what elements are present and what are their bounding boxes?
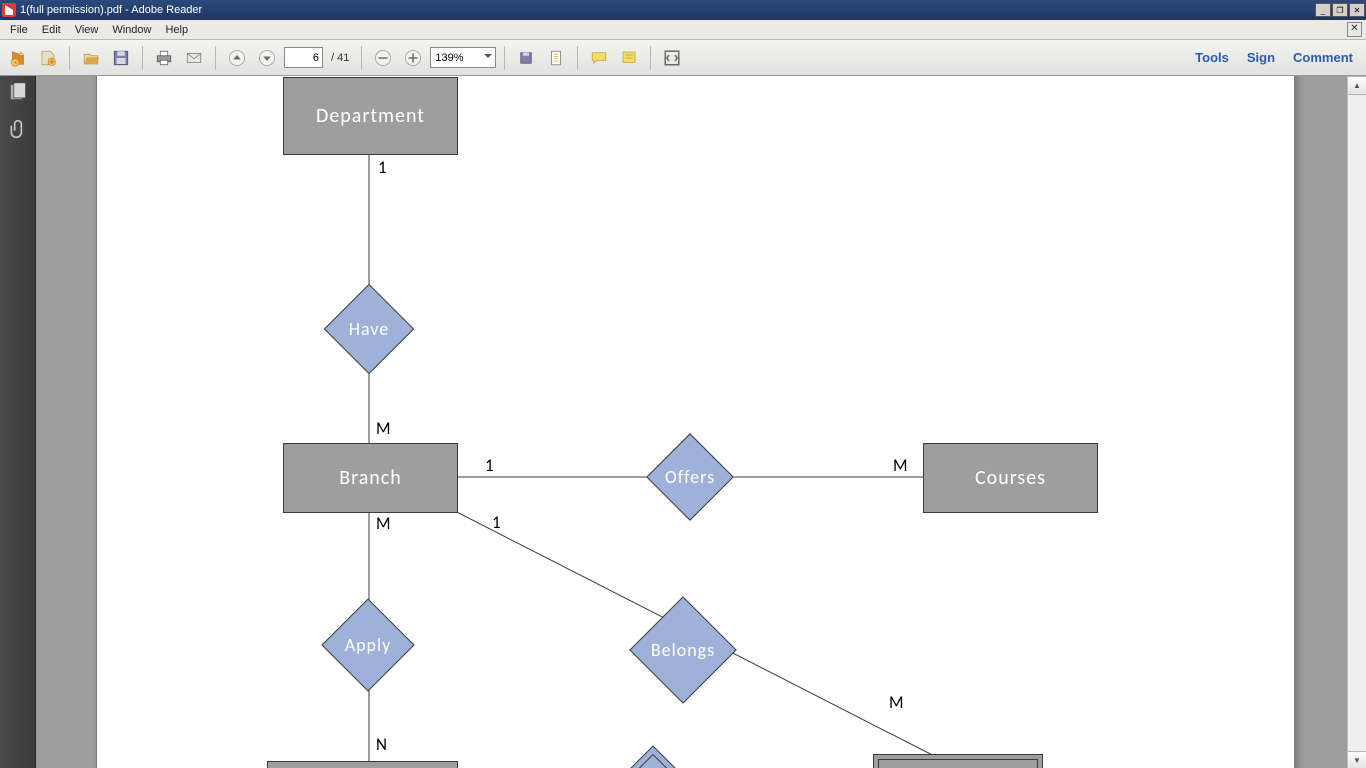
relation-have-label: Have (337, 297, 401, 361)
separator (650, 46, 651, 70)
card-branch-belongs: 1 (492, 512, 501, 533)
relation-apply: Apply (335, 612, 401, 678)
separator (504, 46, 505, 70)
zoom-select[interactable]: 139% (430, 47, 496, 68)
read-mode-icon[interactable] (659, 45, 685, 71)
print-icon[interactable] (151, 45, 177, 71)
separator (142, 46, 143, 70)
card-dept-have: 1 (378, 157, 387, 178)
pdf-page: Department Branch Courses Applicant Stud… (96, 76, 1295, 768)
save-copy-icon[interactable] (513, 45, 539, 71)
window-title: 1(full permission).pdf - Adobe Reader (20, 4, 202, 16)
zoom-in-icon[interactable] (400, 45, 426, 71)
highlight-icon[interactable] (616, 45, 642, 71)
create-pdf-icon[interactable] (35, 45, 61, 71)
comment-icon[interactable] (586, 45, 612, 71)
navigation-pane (0, 76, 36, 768)
entity-department: Department (283, 77, 458, 155)
relation-belongs-label: Belongs (645, 612, 721, 688)
page-up-icon[interactable] (224, 45, 250, 71)
main-area: Department Branch Courses Applicant Stud… (0, 76, 1366, 768)
relation-belongs: Belongs (645, 612, 721, 688)
entity-student: Student (873, 754, 1043, 768)
card-offers-courses: M (893, 455, 908, 476)
relation-apply-label: Apply (335, 612, 401, 678)
relation-offers-label: Offers (659, 446, 721, 508)
export-pdf-icon[interactable] (5, 45, 31, 71)
relation-selected: Selected (620, 759, 686, 768)
document-viewport[interactable]: Department Branch Courses Applicant Stud… (36, 76, 1347, 768)
vertical-scrollbar[interactable]: ▲ ▼ (1347, 76, 1366, 768)
separator (215, 46, 216, 70)
entity-applicant: Applicant (267, 761, 458, 768)
card-belongs-student: M (889, 692, 904, 713)
attachments-icon[interactable] (8, 119, 28, 142)
scroll-track[interactable] (1348, 95, 1366, 751)
save-icon[interactable] (108, 45, 134, 71)
app-icon (2, 3, 16, 17)
window-controls: _ ❐ ✕ (1315, 3, 1366, 17)
card-apply-applicant: N (376, 734, 387, 755)
email-icon[interactable] (181, 45, 207, 71)
card-have-branch: M (376, 418, 391, 439)
minimize-button[interactable]: _ (1315, 3, 1331, 17)
card-branch-apply: M (376, 513, 391, 534)
tools-link[interactable]: Tools (1195, 50, 1229, 65)
relation-have: Have (337, 297, 401, 361)
thumbnails-icon[interactable] (8, 82, 28, 105)
menu-bar: File Edit View Window Help ✕ (0, 20, 1366, 40)
zoom-out-icon[interactable] (370, 45, 396, 71)
scroll-down-button[interactable]: ▼ (1348, 751, 1366, 768)
page-down-icon[interactable] (254, 45, 280, 71)
entity-courses: Courses (923, 443, 1098, 513)
menu-view[interactable]: View (68, 22, 106, 38)
separator (361, 46, 362, 70)
page-total-label: / 41 (331, 52, 349, 64)
menu-edit[interactable]: Edit (35, 22, 68, 38)
close-document-button[interactable]: ✕ (1347, 22, 1362, 37)
relation-offers: Offers (659, 446, 721, 508)
restore-button[interactable]: ❐ (1332, 3, 1348, 17)
comment-link[interactable]: Comment (1293, 50, 1353, 65)
window-title-group: 1(full permission).pdf - Adobe Reader (0, 3, 202, 17)
page-number-input[interactable] (284, 47, 323, 68)
toolbar: / 41 139% Tools Sign Comment (0, 40, 1366, 76)
menu-window[interactable]: Window (105, 22, 158, 38)
sign-link[interactable]: Sign (1247, 50, 1275, 65)
card-branch-offers: 1 (485, 455, 494, 476)
close-button[interactable]: ✕ (1349, 3, 1365, 17)
window-titlebar: 1(full permission).pdf - Adobe Reader _ … (0, 0, 1366, 20)
entity-branch: Branch (283, 443, 458, 513)
scroll-mode-icon[interactable] (543, 45, 569, 71)
separator (69, 46, 70, 70)
menu-help[interactable]: Help (158, 22, 195, 38)
zoom-value: 139% (435, 52, 463, 64)
toolbar-right-links: Tools Sign Comment (1195, 50, 1361, 65)
menu-file[interactable]: File (3, 22, 35, 38)
relation-selected-label: Selected (620, 759, 686, 768)
scroll-up-button[interactable]: ▲ (1348, 76, 1366, 95)
separator (577, 46, 578, 70)
open-icon[interactable] (78, 45, 104, 71)
